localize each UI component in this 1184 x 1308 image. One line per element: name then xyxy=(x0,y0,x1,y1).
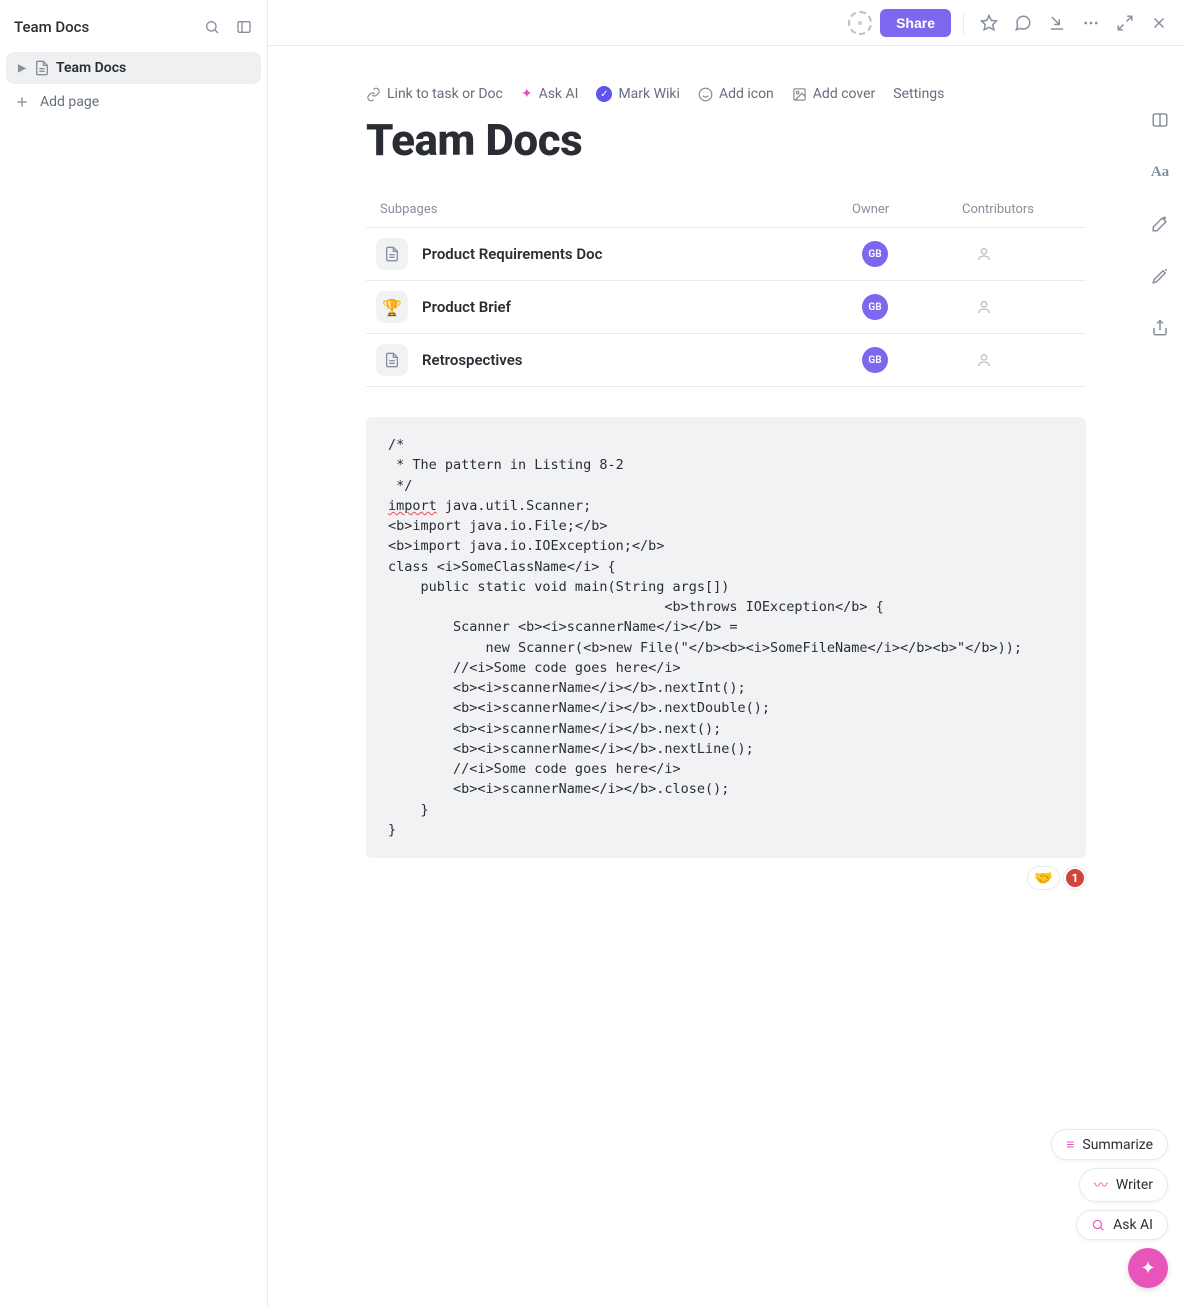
topbar: Share xyxy=(268,0,1184,46)
writer-pill[interactable]: 〰 Writer xyxy=(1079,1168,1168,1202)
contributor-placeholder-icon[interactable] xyxy=(976,299,1082,315)
ai-fab[interactable]: ✦ xyxy=(1128,1248,1168,1288)
reaction-handshake[interactable]: 🤝 xyxy=(1027,866,1060,890)
subpages-header: Subpages Owner Contributors xyxy=(366,202,1086,228)
sidebar-item-label: Team Docs xyxy=(56,60,126,76)
col-contributors: Contributors xyxy=(962,202,1082,217)
plus-icon xyxy=(14,94,30,110)
code-block[interactable]: /* * The pattern in Listing 8-2 */ impor… xyxy=(366,417,1086,858)
chevron-right-icon: ▶ xyxy=(16,63,28,74)
main: Share Link to task or Doc xyxy=(268,0,1184,1308)
mark-wiki-button[interactable]: ✓ Mark Wiki xyxy=(596,86,679,102)
ask-ai-pill-label: Ask AI xyxy=(1113,1217,1153,1233)
status-circle-icon[interactable] xyxy=(848,11,872,35)
mark-wiki-label: Mark Wiki xyxy=(618,86,679,102)
col-owner: Owner xyxy=(852,202,962,217)
reaction-count-badge[interactable]: 1 xyxy=(1064,867,1086,889)
summarize-label: Summarize xyxy=(1082,1137,1153,1153)
summarize-pill[interactable]: ≡ Summarize xyxy=(1051,1129,1168,1160)
contributor-placeholder-icon[interactable] xyxy=(976,246,1082,262)
link-to-task-button[interactable]: Link to task or Doc xyxy=(366,86,503,102)
reactions-bar: 🤝 1 xyxy=(366,866,1086,890)
share-up-icon[interactable] xyxy=(1146,314,1174,342)
add-icon-button[interactable]: Add icon xyxy=(698,86,774,102)
writer-icon: 〰 xyxy=(1094,1175,1108,1195)
ask-ai-pill[interactable]: Ask AI xyxy=(1076,1210,1168,1240)
split-view-icon[interactable] xyxy=(1146,106,1174,134)
ai-float-stack: ≡ Summarize 〰 Writer Ask AI ✦ xyxy=(1051,1129,1168,1288)
sidebar: Team Docs ▶ Team Docs Add page xyxy=(0,0,268,1308)
document-icon xyxy=(34,60,50,76)
col-subpages: Subpages xyxy=(380,202,852,217)
owner-avatar[interactable]: GB xyxy=(862,347,888,373)
owner-avatar[interactable]: GB xyxy=(862,241,888,267)
more-icon[interactable] xyxy=(1078,10,1104,36)
link-to-task-label: Link to task or Doc xyxy=(387,86,503,102)
search-icon[interactable] xyxy=(199,14,225,40)
divider xyxy=(963,12,964,34)
owner-avatar[interactable]: GB xyxy=(862,294,888,320)
sidebar-header: Team Docs xyxy=(0,6,267,52)
share-button[interactable]: Share xyxy=(880,9,951,37)
magic-wand-icon[interactable] xyxy=(1146,210,1174,238)
settings-label: Settings xyxy=(893,86,944,102)
settings-button[interactable]: Settings xyxy=(893,86,944,102)
ask-ai-button[interactable]: ✦ Ask AI xyxy=(521,86,579,102)
typography-icon[interactable]: Aa xyxy=(1146,158,1174,186)
add-cover-label: Add cover xyxy=(813,86,875,102)
right-rail: Aa xyxy=(1146,106,1174,342)
trophy-icon: 🏆 xyxy=(376,291,408,323)
download-icon[interactable] xyxy=(1044,10,1070,36)
subpage-name: Product Brief xyxy=(422,298,511,316)
star-icon[interactable] xyxy=(976,10,1002,36)
add-cover-button[interactable]: Add cover xyxy=(792,86,875,102)
doc-action-bar: Link to task or Doc ✦ Ask AI ✓ Mark Wiki… xyxy=(366,86,1086,102)
panel-toggle-icon[interactable] xyxy=(231,14,257,40)
ask-ai-label: Ask AI xyxy=(539,86,579,102)
sidebar-title: Team Docs xyxy=(14,18,89,36)
add-icon-label: Add icon xyxy=(719,86,774,102)
contributor-placeholder-icon[interactable] xyxy=(976,352,1082,368)
subpages-list: Product Requirements Doc GB 🏆 Product Brief… xyxy=(366,228,1086,387)
writer-label: Writer xyxy=(1116,1177,1153,1193)
summarize-icon: ≡ xyxy=(1066,1136,1074,1153)
document-icon xyxy=(376,344,408,376)
edit-wand-icon[interactable] xyxy=(1146,262,1174,290)
sidebar-item-team-docs[interactable]: ▶ Team Docs xyxy=(6,52,261,84)
page-title[interactable]: Team Docs xyxy=(366,114,1086,166)
ai-sparkle-icon: ✦ xyxy=(521,86,533,102)
document-area: Link to task or Doc ✦ Ask AI ✓ Mark Wiki… xyxy=(268,46,1184,1308)
subpage-row[interactable]: Retrospectives GB xyxy=(366,334,1086,387)
document-icon xyxy=(376,238,408,270)
add-page-label: Add page xyxy=(40,94,99,110)
add-page-button[interactable]: Add page xyxy=(0,84,267,120)
close-icon[interactable] xyxy=(1146,10,1172,36)
comment-icon[interactable] xyxy=(1010,10,1036,36)
expand-icon[interactable] xyxy=(1112,10,1138,36)
wiki-badge-icon: ✓ xyxy=(596,86,612,102)
subpage-name: Product Requirements Doc xyxy=(422,245,602,263)
ask-ai-icon xyxy=(1091,1218,1105,1232)
subpage-row[interactable]: Product Requirements Doc GB xyxy=(366,228,1086,281)
subpage-row[interactable]: 🏆 Product Brief GB xyxy=(366,281,1086,334)
subpage-name: Retrospectives xyxy=(422,351,523,369)
